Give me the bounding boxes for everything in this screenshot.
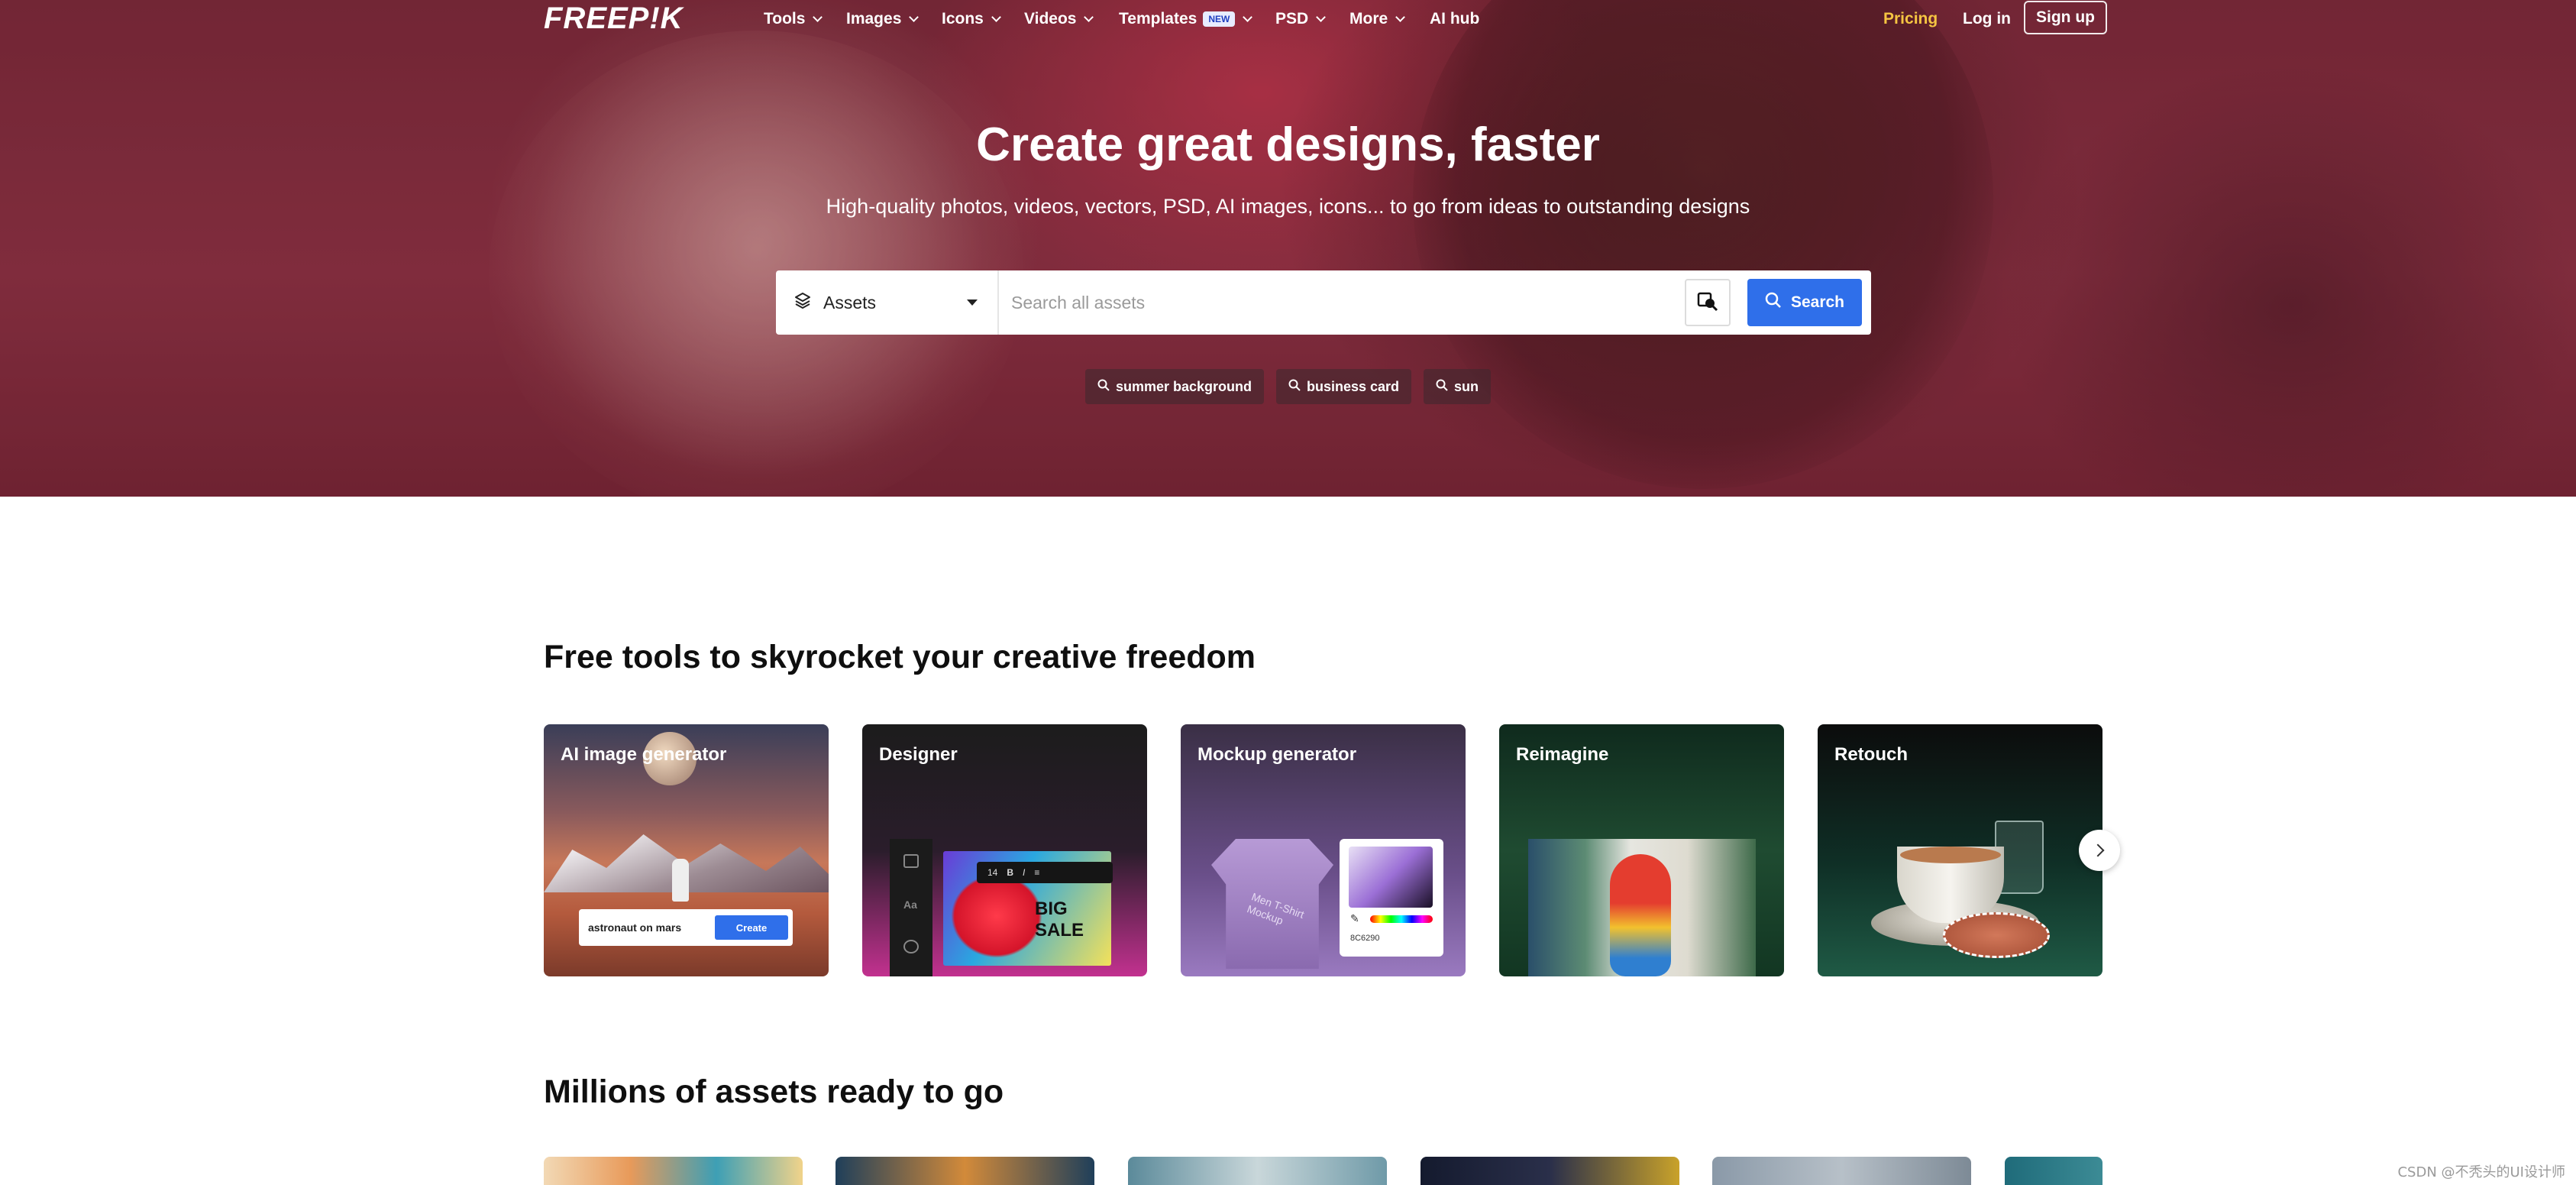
tools-section-title: Free tools to skyrocket your creative fr… — [544, 639, 1256, 675]
editor-sidebar: Aa — [890, 839, 932, 976]
asset-thumbnail[interactable] — [1421, 1157, 1679, 1185]
text-icon: Aa — [903, 898, 917, 911]
retouch-selection — [1943, 912, 2050, 958]
hero-title: Create great designs, faster — [976, 118, 1600, 171]
suggestion-chip[interactable]: summer background — [1084, 369, 1264, 404]
hue-slider — [1370, 915, 1433, 923]
asset-thumbnail[interactable] — [1712, 1157, 1971, 1185]
top-nav: FREEP!K Tools Images Icons Videos Templa… — [0, 0, 2576, 37]
color-area — [1349, 847, 1433, 908]
color-picker: ✎ 8C6290 — [1340, 839, 1443, 957]
nav-templates[interactable]: Templates NEW — [1119, 8, 1253, 31]
search-icon — [1436, 379, 1448, 395]
asset-thumbnail[interactable] — [836, 1157, 1094, 1185]
nav-pricing[interactable]: Pricing — [1883, 8, 1938, 31]
hero-banner: FREEP!K Tools Images Icons Videos Templa… — [0, 0, 2576, 497]
asset-thumbnail[interactable] — [1128, 1157, 1387, 1185]
nav-psd[interactable]: PSD — [1275, 8, 1327, 31]
assets-row — [544, 1157, 2102, 1185]
align-icon: ≡ — [1034, 867, 1040, 878]
logo[interactable]: FREEP!K — [544, 2, 684, 36]
search-icon — [1288, 379, 1301, 395]
login-link[interactable]: Log in — [1963, 8, 2011, 31]
search-button[interactable]: Search — [1747, 279, 1862, 326]
nav-icons[interactable]: Icons — [942, 8, 1001, 31]
assets-icon — [793, 291, 813, 314]
image-search-icon — [1696, 290, 1719, 316]
nav-ai-hub[interactable]: AI hub — [1430, 8, 1479, 31]
asset-thumbnail[interactable] — [2005, 1157, 2102, 1185]
suggestion-chip[interactable]: business card — [1275, 369, 1412, 404]
nav-tools[interactable]: Tools — [764, 8, 823, 31]
assets-section-title: Millions of assets ready to go — [544, 1073, 1004, 1110]
tool-card-retouch[interactable]: Retouch — [1818, 724, 2102, 976]
astronaut-image — [672, 859, 689, 902]
shapes-icon — [903, 940, 919, 954]
chevron-down-icon — [1084, 12, 1094, 22]
card-title: AI image generator — [561, 744, 727, 765]
new-badge: NEW — [1203, 11, 1236, 27]
nav-more[interactable]: More — [1349, 8, 1406, 31]
chevron-right-icon — [2091, 843, 2104, 857]
tool-card-reimagine[interactable]: Reimagine — [1499, 724, 1784, 976]
carousel-next-button[interactable] — [2079, 830, 2120, 871]
nav-images[interactable]: Images — [846, 8, 920, 31]
asset-thumbnail[interactable] — [544, 1157, 803, 1185]
card-title: Reimagine — [1516, 744, 1609, 765]
chevron-down-icon — [991, 12, 1001, 22]
card-title: Mockup generator — [1198, 744, 1357, 765]
hex-value: 8C6290 — [1350, 934, 1380, 943]
page: FREEP!K Tools Images Icons Videos Templa… — [0, 0, 2576, 1185]
prompt-field: astronaut on mars Create — [579, 909, 793, 946]
promo-text: BIG SALE — [1035, 898, 1084, 941]
nav-videos[interactable]: Videos — [1024, 8, 1094, 31]
sneaker-image — [951, 874, 1042, 958]
tools-carousel: AI image generator astronaut on mars Cre… — [544, 724, 2102, 976]
chevron-down-icon — [909, 12, 920, 22]
text-toolbar: 14 B I ≡ — [977, 862, 1113, 883]
search-icon — [1765, 292, 1782, 313]
tool-card-designer[interactable]: Designer Aa BIG SALE 14 B I ≡ — [862, 724, 1147, 976]
caret-down-icon — [967, 299, 978, 306]
coffee-image — [1900, 847, 2001, 863]
chevron-down-icon — [1395, 12, 1406, 22]
card-title: Designer — [879, 744, 958, 765]
watermark: CSDN @不秃头的UI设计师 — [2397, 1164, 2565, 1180]
tool-card-mockup-generator[interactable]: Mockup generator Men T-Shirt Mockup ✎ 8C… — [1181, 724, 1466, 976]
search-bar: Assets Search — [776, 270, 1871, 335]
chevron-down-icon — [1316, 12, 1327, 22]
image-search-button[interactable] — [1685, 279, 1731, 326]
search-suggestions: summer background business card sun — [0, 369, 2576, 404]
chevron-down-icon — [1243, 12, 1253, 22]
card-title: Retouch — [1834, 744, 1908, 765]
asset-type-select[interactable]: Assets — [776, 270, 999, 335]
suggestion-chip[interactable]: sun — [1424, 369, 1492, 404]
chevron-down-icon — [813, 12, 823, 22]
eyedropper-icon: ✎ — [1350, 912, 1359, 924]
grid-icon — [903, 854, 919, 868]
signup-button[interactable]: Sign up — [2024, 1, 2107, 34]
search-input[interactable] — [999, 270, 1685, 335]
tool-card-ai-image-generator[interactable]: AI image generator astronaut on mars Cre… — [544, 724, 829, 976]
create-button: Create — [715, 915, 788, 940]
italic-icon: I — [1023, 867, 1026, 878]
search-icon — [1097, 379, 1110, 395]
parrot-image — [1610, 854, 1671, 976]
bold-icon: B — [1007, 867, 1014, 878]
hero-subtitle: High-quality photos, videos, vectors, PS… — [826, 195, 1750, 218]
